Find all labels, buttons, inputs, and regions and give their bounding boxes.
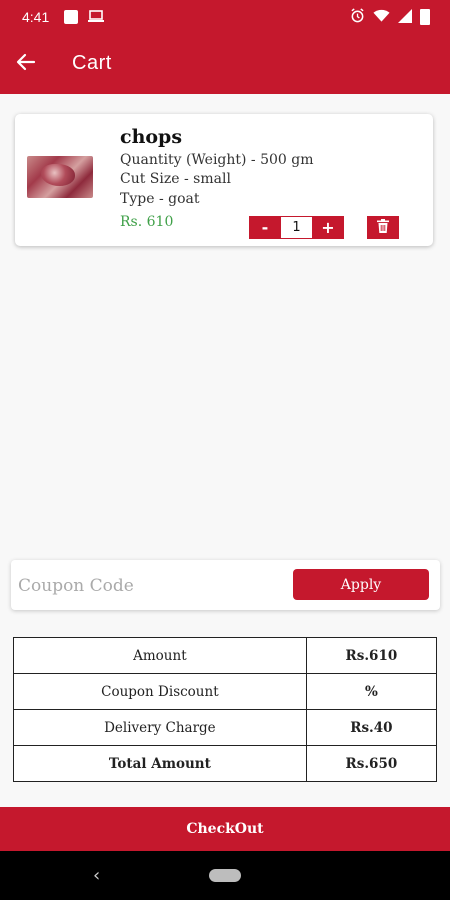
summary-row-amount: Amount Rs.610 — [13, 637, 438, 674]
order-summary-table: Amount Rs.610 Coupon Discount % Delivery… — [13, 637, 438, 782]
arrow-left-icon[interactable] — [14, 50, 40, 78]
checkout-button[interactable]: CheckOut — [0, 807, 450, 851]
summary-value: Rs.40 — [305, 709, 438, 746]
summary-row-coupon-discount: Coupon Discount % — [13, 673, 438, 710]
nav-home-pill[interactable] — [209, 869, 241, 882]
status-icons — [350, 8, 430, 26]
summary-row-delivery-charge: Delivery Charge Rs.40 — [13, 709, 438, 746]
system-nav-bar: ‹ — [0, 851, 450, 900]
product-name: chops — [120, 126, 183, 148]
alarm-icon — [350, 8, 365, 26]
status-time: 4:41 — [22, 9, 50, 25]
summary-label: Amount — [13, 637, 307, 674]
laptop-icon — [88, 9, 104, 26]
increase-quantity-button[interactable]: + — [312, 216, 344, 239]
page-title: Cart — [72, 52, 112, 74]
nav-back-icon[interactable]: ‹ — [93, 865, 100, 886]
wifi-icon — [373, 9, 390, 26]
decrease-quantity-button[interactable]: - — [249, 216, 281, 239]
summary-value: Rs.650 — [305, 745, 438, 782]
signal-icon — [398, 8, 412, 26]
summary-label: Delivery Charge — [13, 709, 307, 746]
coupon-code-input[interactable] — [16, 568, 280, 604]
product-image — [27, 156, 93, 198]
delete-item-button[interactable] — [367, 216, 399, 239]
summary-label: Total Amount — [13, 745, 307, 782]
summary-value: % — [305, 673, 438, 710]
summary-value: Rs.610 — [305, 637, 438, 674]
product-price: Rs. 610 — [120, 214, 174, 230]
trash-icon — [377, 218, 389, 237]
coupon-section: Apply — [11, 560, 440, 610]
product-cut-size: Cut Size - small — [120, 171, 231, 187]
summary-row-total-amount: Total Amount Rs.650 — [13, 745, 438, 782]
cart-item-card: chops Quantity (Weight) - 500 gm Cut Siz… — [15, 114, 433, 246]
product-quantity-weight: Quantity (Weight) - 500 gm — [120, 152, 314, 168]
battery-icon — [420, 9, 430, 25]
notification-icon — [64, 10, 78, 24]
status-bar: 4:41 — [0, 0, 450, 36]
product-type: Type - goat — [120, 191, 200, 207]
app-bar: Cart — [0, 36, 450, 94]
quantity-value: 1 — [281, 216, 312, 239]
summary-label: Coupon Discount — [13, 673, 307, 710]
apply-coupon-button[interactable]: Apply — [293, 569, 429, 600]
